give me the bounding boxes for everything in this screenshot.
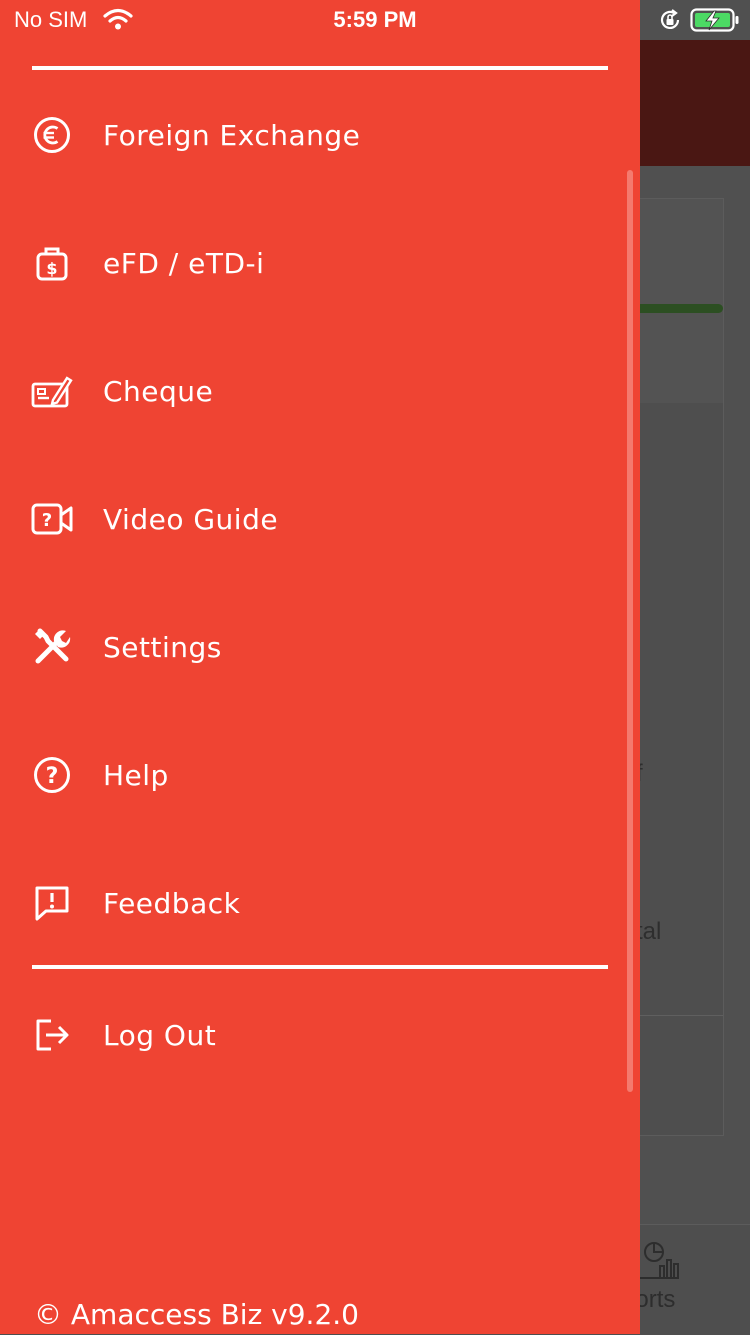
menu-item-settings[interactable]: Settings	[0, 601, 620, 693]
menu-item-label: Log Out	[103, 1018, 217, 1052]
cheque-icon	[30, 369, 74, 413]
menu-item-logout[interactable]: Log Out	[0, 989, 620, 1081]
feedback-icon	[30, 881, 74, 925]
help-circle-icon: ?	[30, 753, 74, 797]
svg-text:?: ?	[46, 764, 59, 789]
menu-item-label: Settings	[103, 630, 222, 664]
menu-item-label: Video Guide	[103, 502, 279, 536]
logout-icon	[30, 1013, 74, 1057]
menu-item-feedback[interactable]: Feedback	[0, 857, 620, 949]
svg-text:?: ?	[42, 510, 52, 531]
tools-icon	[30, 625, 74, 669]
menu-item-help[interactable]: ? Help	[0, 729, 620, 821]
navigation-drawer: Foreign Exchange $ eFD / eTD-i Cheque ? …	[0, 0, 640, 1334]
menu-divider-bottom	[32, 965, 608, 969]
euro-circle-icon	[30, 113, 74, 157]
dollar-bag-icon: $	[30, 241, 74, 285]
menu-item-label: Feedback	[103, 886, 241, 920]
status-bar: No SIM 5:59 PM	[0, 0, 750, 40]
menu-item-label: eFD / eTD-i	[103, 246, 265, 280]
video-help-icon: ?	[30, 497, 74, 541]
menu-item-video-guide[interactable]: ? Video Guide	[0, 473, 620, 565]
drawer-scrollbar[interactable]	[627, 170, 633, 1092]
menu-item-efd-etd[interactable]: $ eFD / eTD-i	[0, 217, 620, 309]
background-progress-bar	[631, 304, 723, 313]
reports-tab-icon	[638, 1242, 679, 1279]
menu-item-label: Help	[103, 758, 169, 792]
menu-item-foreign-exchange[interactable]: Foreign Exchange	[0, 89, 620, 181]
menu-divider-top	[32, 66, 608, 70]
menu-item-label: Cheque	[103, 374, 214, 408]
menu-item-label: Foreign Exchange	[103, 118, 361, 152]
rotation-lock-icon	[660, 9, 680, 29]
svg-text:$: $	[46, 259, 57, 278]
clock: 5:59 PM	[333, 7, 417, 32]
app-version-label: © Amaccess Biz v9.2.0	[34, 1298, 359, 1331]
menu-item-cheque[interactable]: Cheque	[0, 345, 620, 437]
battery-icon	[690, 8, 739, 32]
